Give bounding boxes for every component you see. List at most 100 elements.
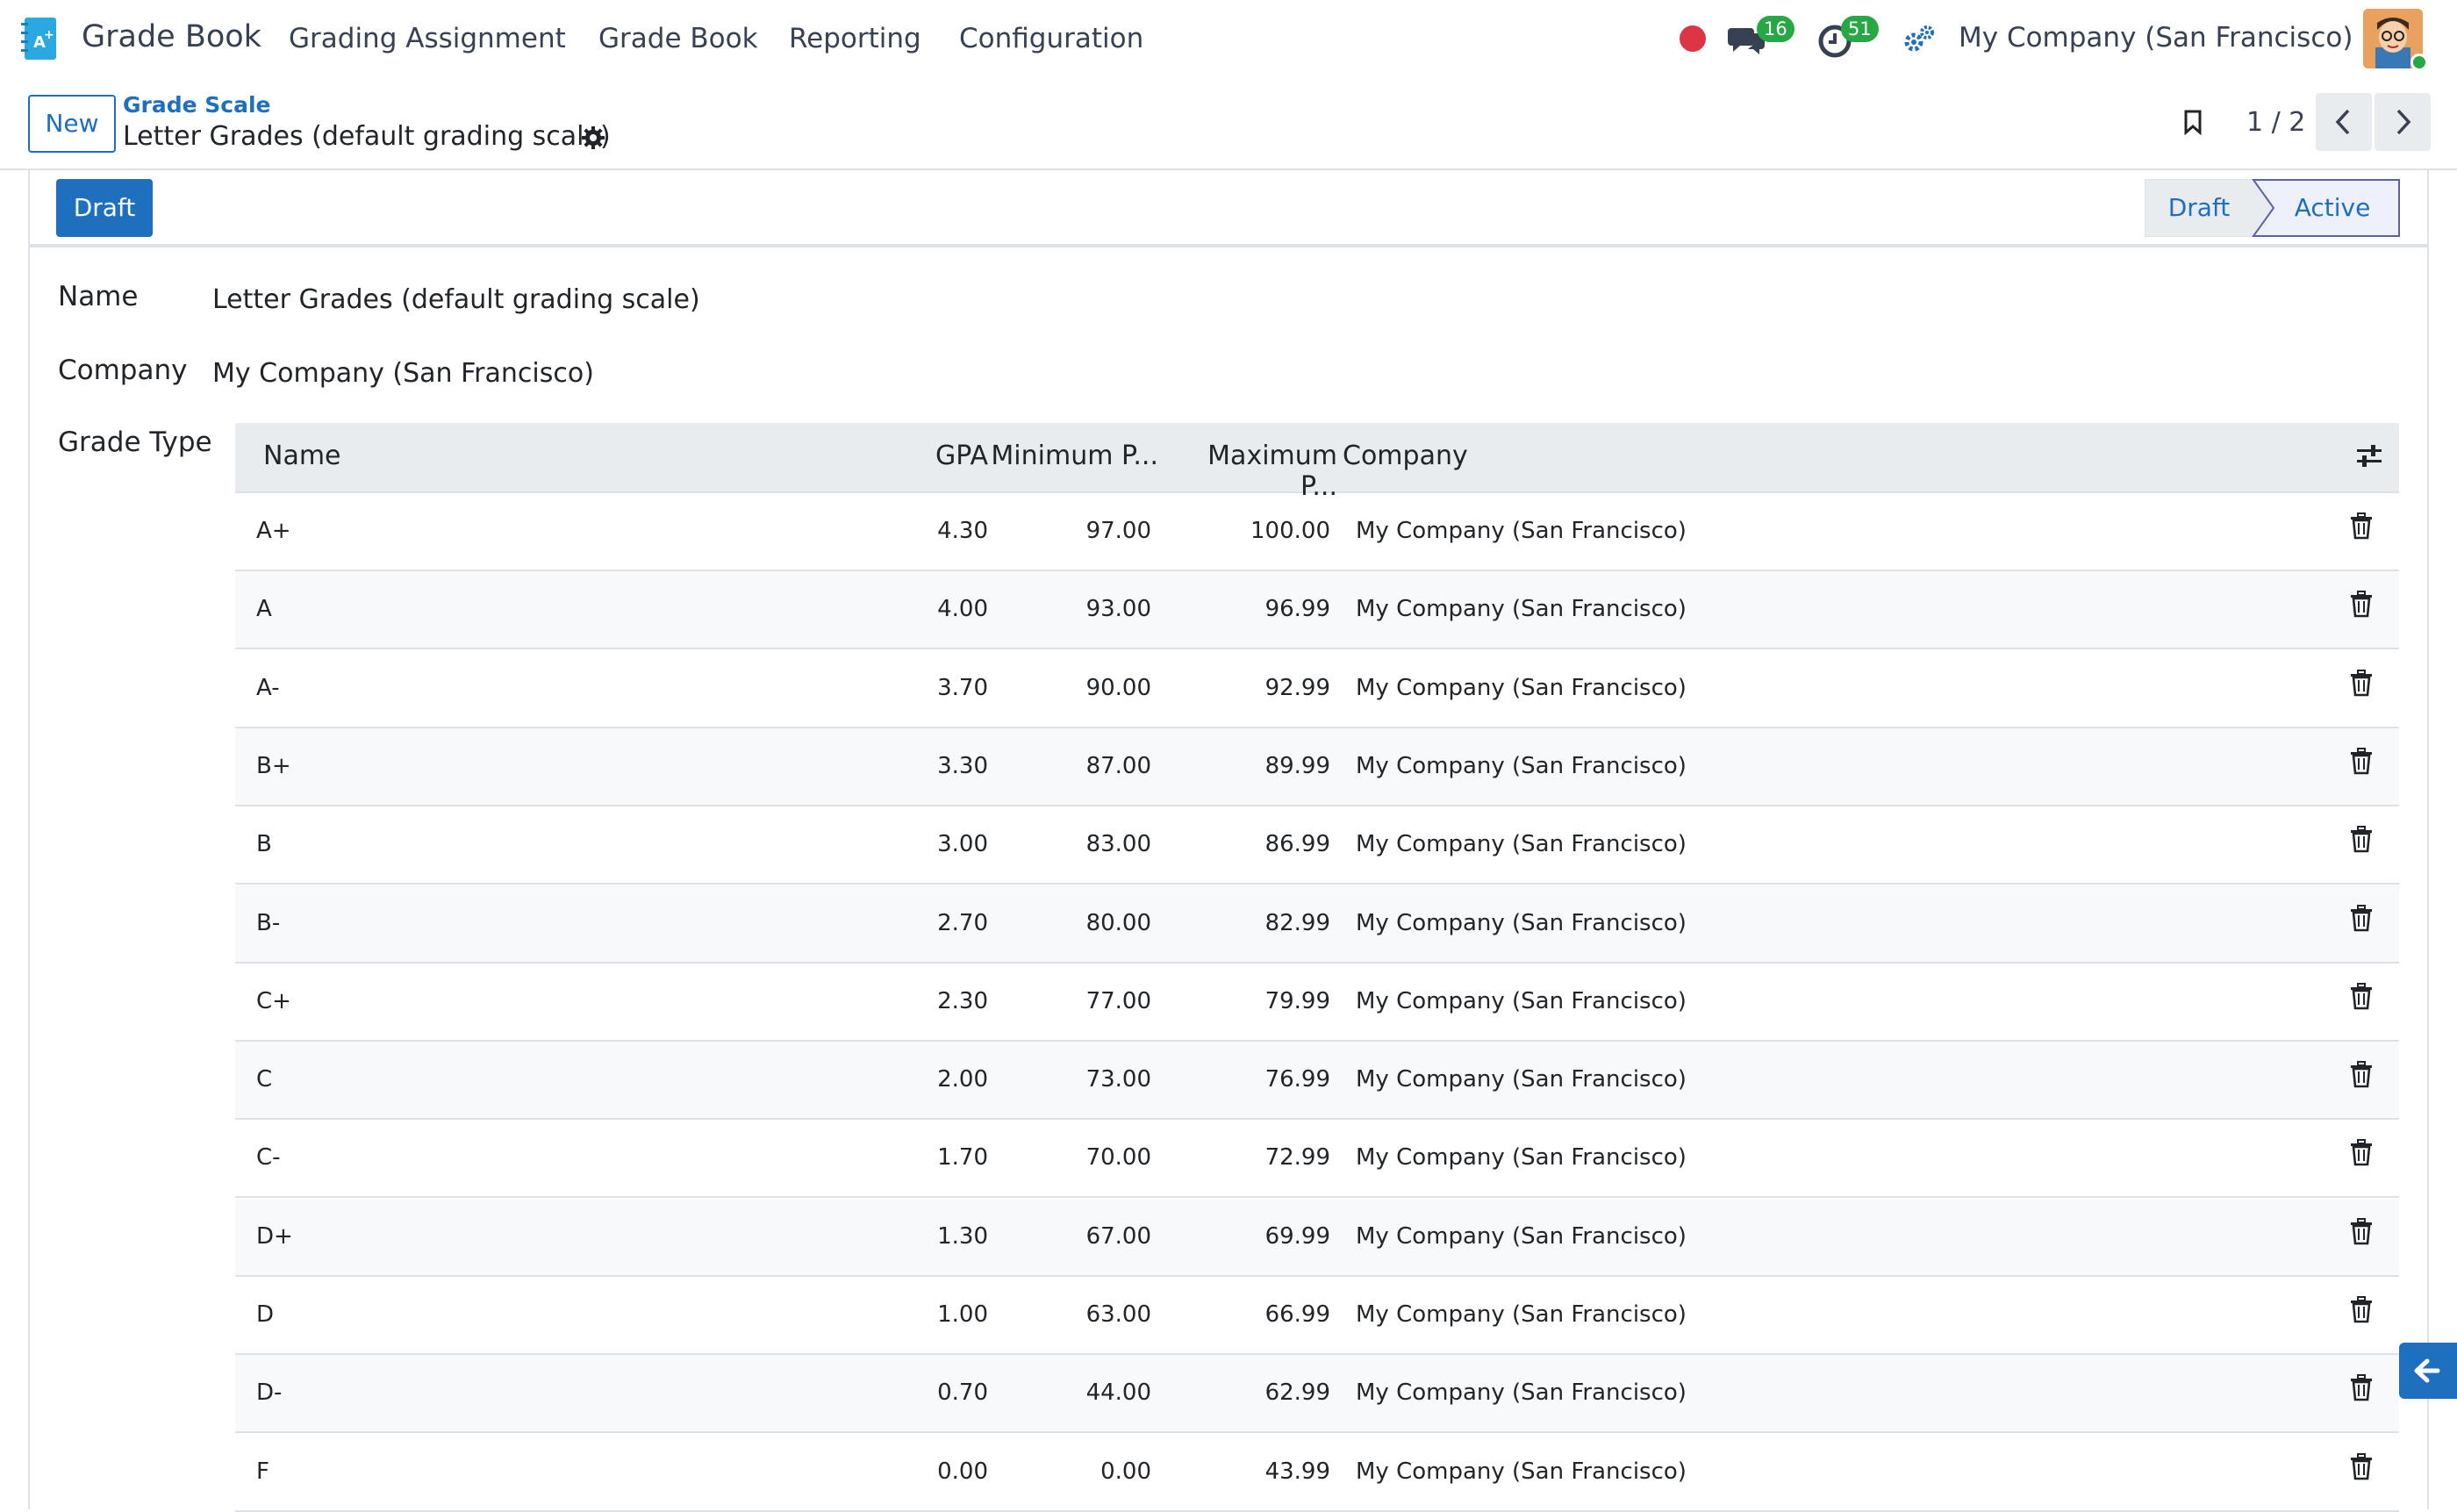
cell-name[interactable]: D xyxy=(256,1301,274,1328)
menu-grading-assignment[interactable]: Grading Assignment xyxy=(289,23,566,54)
cell-gpa[interactable]: 1.30 xyxy=(883,1223,988,1250)
stage-active[interactable]: Active xyxy=(2264,179,2401,237)
cell-minimum[interactable]: 97.00 xyxy=(1002,518,1151,544)
cell-maximum[interactable]: 76.99 xyxy=(1181,1066,1330,1093)
cell-maximum[interactable]: 82.99 xyxy=(1181,910,1330,936)
cell-gpa[interactable]: 3.70 xyxy=(883,675,988,701)
cell-maximum[interactable]: 89.99 xyxy=(1181,753,1330,779)
cell-gpa[interactable]: 1.00 xyxy=(883,1301,988,1328)
trash-icon[interactable] xyxy=(2348,1374,2375,1402)
cell-maximum[interactable]: 62.99 xyxy=(1181,1379,1330,1406)
cell-company[interactable]: My Company (San Francisco) xyxy=(1356,910,1687,936)
trash-icon[interactable] xyxy=(2348,591,2375,619)
cell-maximum[interactable]: 86.99 xyxy=(1181,831,1330,857)
cell-minimum[interactable]: 87.00 xyxy=(1002,753,1151,779)
cell-maximum[interactable]: 43.99 xyxy=(1181,1458,1330,1485)
cell-company[interactable]: My Company (San Francisco) xyxy=(1356,831,1687,857)
menu-grade-book[interactable]: Grade Book xyxy=(598,23,758,54)
optional-columns-sliders-icon[interactable] xyxy=(2353,441,2385,472)
cell-name[interactable]: C- xyxy=(256,1144,281,1171)
trash-icon[interactable] xyxy=(2348,669,2375,698)
new-button[interactable]: New xyxy=(28,95,116,153)
table-row[interactable]: A+ 4.30 97.00 100.00 My Company (San Francis… xyxy=(235,493,2399,571)
cell-company[interactable]: My Company (San Francisco) xyxy=(1356,988,1687,1014)
cell-name[interactable]: A xyxy=(256,596,272,622)
table-row[interactable]: D+ 1.30 67.00 69.99 My Company (San Francisc… xyxy=(235,1198,2399,1277)
table-row[interactable]: B+ 3.30 87.00 89.99 My Company (San Francisc… xyxy=(235,727,2399,806)
cell-minimum[interactable]: 83.00 xyxy=(1002,831,1151,857)
pager-next-button[interactable] xyxy=(2375,93,2431,151)
trash-icon[interactable] xyxy=(2348,512,2375,541)
set-draft-button[interactable]: Draft xyxy=(56,179,153,237)
cell-name[interactable]: B xyxy=(256,831,272,857)
table-row[interactable]: D 1.00 63.00 66.99 My Company (San Francisco… xyxy=(235,1277,2399,1355)
company-field[interactable]: My Company (San Francisco) xyxy=(212,358,594,389)
cell-name[interactable]: C xyxy=(256,1066,272,1093)
table-row[interactable]: B 3.00 83.00 86.99 My Company (San Francisco… xyxy=(235,806,2399,885)
cell-gpa[interactable]: 3.30 xyxy=(883,753,988,779)
trash-icon[interactable] xyxy=(2348,1217,2375,1246)
cell-name[interactable]: C+ xyxy=(256,988,291,1014)
cell-minimum[interactable]: 77.00 xyxy=(1002,988,1151,1014)
cell-name[interactable]: D- xyxy=(256,1379,282,1406)
trash-icon[interactable] xyxy=(2348,1139,2375,1167)
cell-company[interactable]: My Company (San Francisco) xyxy=(1356,518,1687,544)
cell-maximum[interactable]: 72.99 xyxy=(1181,1144,1330,1171)
grade-book-app-icon[interactable]: A + xyxy=(19,16,58,63)
cell-company[interactable]: My Company (San Francisco) xyxy=(1356,1379,1687,1406)
cell-minimum[interactable]: 80.00 xyxy=(1002,910,1151,936)
cell-gpa[interactable]: 4.30 xyxy=(883,518,988,544)
cell-name[interactable]: B+ xyxy=(256,753,291,779)
cell-minimum[interactable]: 67.00 xyxy=(1002,1223,1151,1250)
cell-maximum[interactable]: 92.99 xyxy=(1181,675,1330,701)
cell-minimum[interactable]: 70.00 xyxy=(1002,1144,1151,1171)
cell-minimum[interactable]: 44.00 xyxy=(1002,1379,1151,1406)
table-row[interactable]: A 4.00 93.00 96.99 My Company (San Francisco… xyxy=(235,571,2399,650)
column-header-gpa[interactable]: GPA xyxy=(918,441,988,471)
cell-gpa[interactable]: 1.70 xyxy=(883,1144,988,1171)
column-header-company[interactable]: Company xyxy=(1343,441,1468,471)
stage-draft[interactable]: Draft xyxy=(2145,179,2253,237)
trash-icon[interactable] xyxy=(2348,826,2375,854)
cell-gpa[interactable]: 3.00 xyxy=(883,831,988,857)
cell-maximum[interactable]: 66.99 xyxy=(1181,1301,1330,1328)
cell-name[interactable]: F xyxy=(256,1458,269,1485)
trash-icon[interactable] xyxy=(2348,982,2375,1011)
cell-maximum[interactable]: 96.99 xyxy=(1181,596,1330,622)
cell-minimum[interactable]: 0.00 xyxy=(1002,1458,1151,1485)
cell-name[interactable]: A- xyxy=(256,675,280,701)
table-row[interactable]: A- 3.70 90.00 92.99 My Company (San Francisc… xyxy=(235,650,2399,728)
cell-maximum[interactable]: 79.99 xyxy=(1181,988,1330,1014)
cell-company[interactable]: My Company (San Francisco) xyxy=(1356,1066,1687,1093)
table-row[interactable]: C+ 2.30 77.00 79.99 My Company (San Francisc… xyxy=(235,964,2399,1042)
trash-icon[interactable] xyxy=(2348,904,2375,933)
pager-value[interactable]: 1 / 2 xyxy=(2246,107,2305,138)
cell-minimum[interactable]: 90.00 xyxy=(1002,675,1151,701)
table-row[interactable]: C 2.00 73.00 76.99 My Company (San Francisco… xyxy=(235,1042,2399,1121)
pager-previous-button[interactable] xyxy=(2316,93,2372,151)
app-name[interactable]: Grade Book xyxy=(82,19,261,54)
table-row[interactable]: B- 2.70 80.00 82.99 My Company (San Francisc… xyxy=(235,885,2399,964)
cell-name[interactable]: D+ xyxy=(256,1223,293,1250)
bookmark-icon[interactable] xyxy=(2181,109,2205,136)
cell-company[interactable]: My Company (San Francisco) xyxy=(1356,675,1687,701)
breadcrumb-grade-scale[interactable]: Grade Scale xyxy=(123,92,271,118)
table-row[interactable]: D- 0.70 44.00 62.99 My Company (San Francisc… xyxy=(235,1355,2399,1434)
table-row[interactable]: F 0.00 0.00 43.99 My Company (San Francisco) xyxy=(235,1434,2399,1512)
cell-minimum[interactable]: 93.00 xyxy=(1002,596,1151,622)
column-header-name[interactable]: Name xyxy=(263,441,341,471)
trash-icon[interactable] xyxy=(2348,747,2375,776)
cell-company[interactable]: My Company (San Francisco) xyxy=(1356,1458,1687,1485)
cell-minimum[interactable]: 73.00 xyxy=(1002,1066,1151,1093)
cell-maximum[interactable]: 69.99 xyxy=(1181,1223,1330,1250)
cell-company[interactable]: My Company (San Francisco) xyxy=(1356,1301,1687,1328)
cell-name[interactable]: A+ xyxy=(256,518,291,544)
trash-icon[interactable] xyxy=(2348,1296,2375,1324)
cell-company[interactable]: My Company (San Francisco) xyxy=(1356,1223,1687,1250)
record-indicator-icon[interactable] xyxy=(1680,25,1706,52)
name-field[interactable]: Letter Grades (default grading scale) xyxy=(212,284,700,315)
trash-icon[interactable] xyxy=(2348,1452,2375,1481)
cell-gpa[interactable]: 2.00 xyxy=(883,1066,988,1093)
cell-gpa[interactable]: 0.70 xyxy=(883,1379,988,1406)
cell-minimum[interactable]: 63.00 xyxy=(1002,1301,1151,1328)
